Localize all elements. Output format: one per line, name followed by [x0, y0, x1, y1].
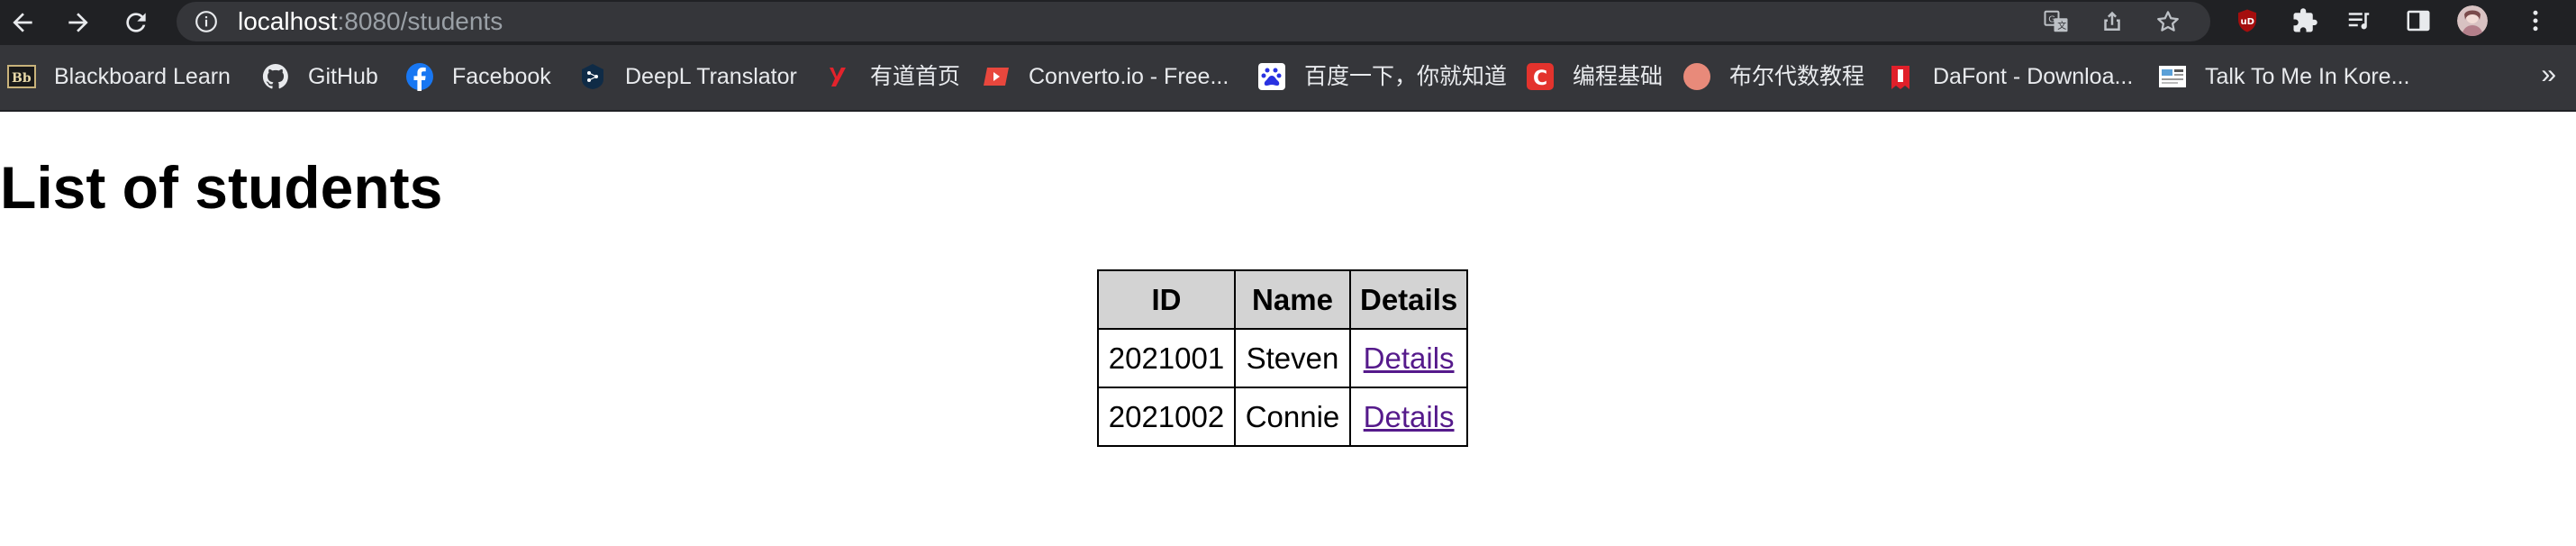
bookmark-label: Blackboard Learn [54, 64, 231, 89]
bookmark-label: 编程基础 [1573, 64, 1664, 89]
youdao-icon [823, 62, 852, 91]
bookmark-blackboard[interactable]: Bb Blackboard Learn [7, 60, 231, 93]
ublock-icon[interactable]: uD [2232, 5, 2263, 36]
github-icon [261, 62, 290, 91]
cell-id: 2021002 [1097, 387, 1236, 447]
circle-icon [1683, 62, 1711, 91]
bookmark-label: DeepL Translator [625, 64, 797, 89]
ttmik-icon [2158, 62, 2187, 91]
facebook-icon [405, 62, 434, 91]
bookmark-boolean[interactable]: 布尔代数教程 [1683, 60, 1864, 93]
bookmark-label: Converto.io - Free... [1029, 64, 1229, 89]
forward-button[interactable] [59, 4, 97, 41]
dafont-icon [1886, 62, 1915, 91]
bookmark-label: Talk To Me In Kore... [2205, 64, 2410, 89]
bookmarks-overflow-button[interactable]: » [2541, 59, 2556, 90]
url-host: localhost [238, 7, 338, 35]
bookmark-c[interactable]: C 编程基础 [1526, 60, 1663, 93]
baidu-icon [1257, 62, 1286, 91]
cell-details: Details [1348, 387, 1469, 447]
bookmark-dafont[interactable]: DaFont - Downloa... [1886, 60, 2133, 93]
bookmark-youdao[interactable]: 有道首页 [823, 60, 960, 93]
bookmark-label: 百度一下，你就知道 [1304, 64, 1508, 89]
bookmark-label: 布尔代数教程 [1729, 64, 1865, 89]
browser-toolbar: localhost:8080/students G 文 uD [0, 0, 2576, 45]
cell-name: Steven [1234, 328, 1351, 388]
bookmarks-bar: Bb Blackboard Learn GitHub Facebook Deep… [0, 45, 2576, 112]
profile-avatar[interactable] [2457, 5, 2488, 36]
page-content: List of students ID Name Details 2021001… [0, 112, 2576, 546]
deepl-icon [578, 62, 607, 91]
info-icon[interactable] [195, 10, 218, 33]
table-header-row: ID Name Details [1097, 269, 1469, 330]
reload-icon [126, 13, 146, 32]
url-path: :8080/students [337, 7, 503, 35]
table-row: 2021001 Steven Details [1097, 328, 1469, 388]
svg-text:Bb: Bb [12, 71, 32, 86]
bookmark-facebook[interactable]: Facebook [405, 60, 551, 93]
c-icon: C [1526, 62, 1555, 91]
details-link[interactable]: Details [1364, 341, 1455, 375]
table-row: 2021002 Connie Details [1097, 387, 1469, 447]
svg-text:C: C [1533, 68, 1547, 90]
bookmark-deepl[interactable]: DeepL Translator [578, 60, 797, 93]
reading-list-icon[interactable] [2344, 5, 2374, 36]
page-title: List of students [0, 154, 443, 221]
side-panel-icon[interactable] [2403, 5, 2434, 36]
share-icon[interactable] [2099, 8, 2126, 35]
bookmark-label: 有道首页 [870, 64, 961, 89]
translate-icon[interactable]: G 文 [2043, 8, 2070, 35]
address-bar[interactable]: localhost:8080/students G 文 [177, 2, 2210, 41]
star-icon[interactable] [2154, 8, 2181, 35]
converto-icon [982, 62, 1011, 91]
svg-text:uD: uD [2241, 17, 2254, 27]
reload-button[interactable] [117, 4, 155, 41]
menu-kebab-icon[interactable] [2520, 5, 2551, 36]
cell-details: Details [1348, 328, 1469, 388]
puzzle-extensions-icon[interactable] [2290, 5, 2320, 36]
back-button[interactable] [4, 4, 41, 41]
bookmark-label: DaFont - Downloa... [1933, 64, 2134, 89]
cell-name: Connie [1234, 387, 1351, 447]
blackboard-icon: Bb [7, 62, 36, 91]
header-details: Details [1348, 269, 1469, 330]
bookmark-ttmik[interactable]: Talk To Me In Kore... [2158, 60, 2409, 93]
header-id: ID [1097, 269, 1236, 330]
bookmark-converto[interactable]: Converto.io - Free... [982, 60, 1229, 93]
arrow-right-icon [68, 13, 88, 32]
svg-text:文: 文 [2057, 20, 2066, 32]
details-link[interactable]: Details [1364, 400, 1455, 433]
cell-id: 2021001 [1097, 328, 1236, 388]
url-text[interactable]: localhost:8080/students [238, 7, 503, 36]
arrow-left-icon [13, 13, 32, 32]
bookmark-label: Facebook [452, 64, 551, 89]
bookmark-baidu[interactable]: 百度一下，你就知道 [1257, 60, 1507, 93]
students-table: ID Name Details 2021001 Steven Details 2… [1097, 269, 1469, 447]
bookmark-label: GitHub [308, 64, 378, 89]
header-name: Name [1234, 269, 1351, 330]
bookmark-github[interactable]: GitHub [261, 60, 378, 93]
